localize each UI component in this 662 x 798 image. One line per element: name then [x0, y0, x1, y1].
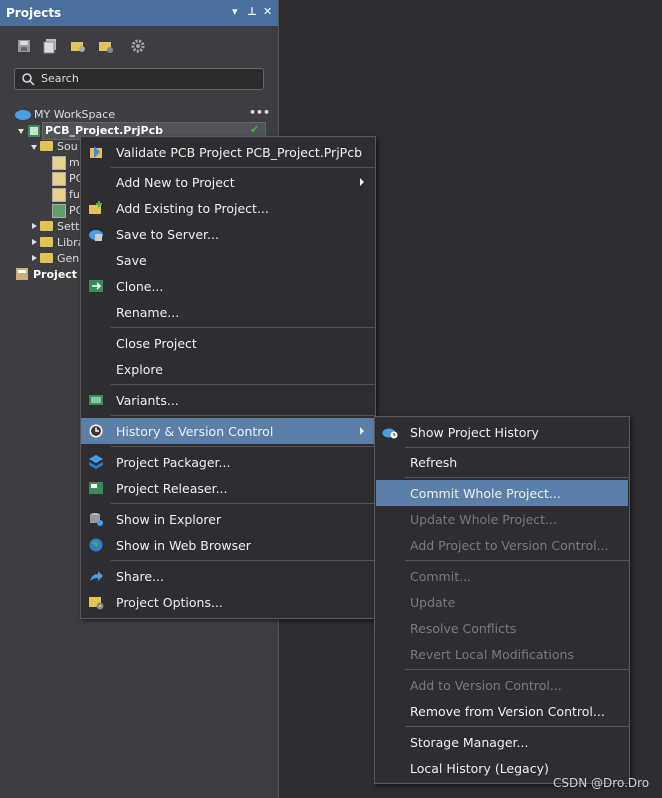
submenu-refresh[interactable]: Refresh: [375, 449, 629, 475]
submenu-show-project-history[interactable]: Show Project History: [375, 419, 629, 445]
expand-source-icon[interactable]: [31, 145, 37, 150]
menu-add-new[interactable]: Add New to Project: [81, 169, 375, 195]
file-icon: [52, 172, 66, 186]
chevron-right-icon: [360, 178, 364, 186]
clone-icon: [89, 280, 103, 292]
open-folder-icon[interactable]: [70, 38, 86, 54]
checkmark-icon: ✔: [250, 123, 260, 136]
menu-separator: [111, 503, 375, 504]
project-group-icon: [16, 268, 28, 280]
cloud-workspace-icon: [15, 110, 31, 120]
save-all-icon[interactable]: [42, 38, 58, 54]
folder-settings-icon[interactable]: [98, 38, 114, 54]
menu-separator: [111, 167, 375, 168]
options-icon: [89, 597, 104, 610]
folder-icon: [40, 221, 53, 231]
expand-generated-icon[interactable]: [32, 255, 37, 261]
tree-settings[interactable]: Setti: [57, 220, 82, 233]
menu-show-in-explorer[interactable]: Show in Explorer: [81, 506, 375, 532]
menu-separator: [111, 415, 375, 416]
expand-libraries-icon[interactable]: [32, 239, 37, 245]
pcb-project-icon: [28, 125, 40, 137]
submenu-commit-whole-project[interactable]: Commit Whole Project...: [376, 480, 628, 506]
search-placeholder: Search: [41, 72, 79, 85]
menu-explore[interactable]: Explore: [81, 356, 375, 382]
share-icon: [90, 571, 103, 581]
tree-generated[interactable]: Gen: [57, 252, 79, 265]
history-icon: [89, 424, 103, 438]
menu-project-releaser[interactable]: Project Releaser...: [81, 475, 375, 501]
add-existing-icon: [89, 201, 102, 214]
menu-rename[interactable]: Rename...: [81, 299, 375, 325]
pcb-file-icon: [52, 204, 66, 218]
variants-icon: [89, 395, 103, 405]
submenu-resolve-conflicts[interactable]: Resolve Conflicts: [375, 615, 629, 641]
submenu-storage-manager[interactable]: Storage Manager...: [375, 729, 629, 755]
menu-validate-project[interactable]: Validate PCB Project PCB_Project.PrjPcb: [81, 139, 375, 165]
expand-project-icon[interactable]: [18, 129, 24, 134]
panel-title: Projects: [6, 6, 62, 20]
menu-project-packager[interactable]: Project Packager...: [81, 449, 375, 475]
tree-source-folder[interactable]: Sou: [57, 140, 78, 153]
menu-share[interactable]: Share...: [81, 563, 375, 589]
search-input[interactable]: Search: [14, 68, 264, 90]
menu-separator: [405, 477, 629, 478]
submenu-update[interactable]: Update: [375, 589, 629, 615]
folder-icon: [40, 237, 53, 247]
menu-save[interactable]: Save: [81, 247, 375, 273]
web-browser-icon: [89, 538, 103, 552]
packager-icon: [89, 455, 103, 469]
releaser-icon: [89, 482, 103, 494]
panel-title-bar: Projects ▾ ⊥ ✕: [0, 0, 278, 26]
cloud-save-icon: [89, 230, 103, 241]
version-control-submenu: Show Project History Refresh Commit Whol…: [374, 416, 630, 784]
search-icon: [22, 73, 35, 86]
pin-icon[interactable]: ⊥: [247, 5, 257, 18]
menu-separator: [111, 327, 375, 328]
gear-icon[interactable]: [130, 38, 146, 54]
submenu-add-project-to-vc[interactable]: Add Project to Version Control...: [375, 532, 629, 558]
menu-variants[interactable]: Variants...: [81, 387, 375, 413]
menu-separator: [405, 447, 629, 448]
submenu-add-to-vc[interactable]: Add to Version Control...: [375, 672, 629, 698]
watermark: CSDN @Dro.Dro: [553, 776, 650, 790]
tree-file[interactable]: fu: [69, 188, 80, 201]
tree-file[interactable]: m: [69, 156, 80, 169]
expand-settings-icon[interactable]: [32, 223, 37, 229]
menu-close-project[interactable]: Close Project: [81, 330, 375, 356]
explorer-icon: [90, 513, 103, 526]
menu-separator: [405, 669, 629, 670]
menu-add-existing[interactable]: Add Existing to Project...: [81, 195, 375, 221]
menu-separator: [111, 560, 375, 561]
validate-icon: [90, 146, 102, 158]
menu-separator: [111, 384, 375, 385]
menu-save-to-server[interactable]: Save to Server...: [81, 221, 375, 247]
cloud-history-icon: [382, 428, 398, 439]
menu-history-version-control[interactable]: History & Version Control: [81, 418, 375, 444]
menu-clone[interactable]: Clone...: [81, 273, 375, 299]
menu-separator: [111, 446, 375, 447]
submenu-update-whole-project[interactable]: Update Whole Project...: [375, 506, 629, 532]
menu-separator: [405, 726, 629, 727]
file-icon: [52, 156, 66, 170]
save-icon[interactable]: [16, 38, 32, 54]
tree-workspace[interactable]: MY WorkSpace: [34, 108, 115, 121]
submenu-revert-local[interactable]: Revert Local Modifications: [375, 641, 629, 667]
submenu-remove-from-vc[interactable]: Remove from Version Control...: [375, 698, 629, 724]
folder-icon: [40, 141, 53, 151]
file-icon: [52, 188, 66, 202]
workspace-more-icon[interactable]: •••: [249, 106, 270, 119]
submenu-commit[interactable]: Commit...: [375, 563, 629, 589]
panel-menu-icon[interactable]: ▾: [232, 5, 238, 18]
menu-show-in-web-browser[interactable]: Show in Web Browser: [81, 532, 375, 558]
close-icon[interactable]: ✕: [263, 5, 272, 18]
chevron-right-icon: [360, 427, 364, 435]
folder-icon: [40, 253, 53, 263]
context-menu: Validate PCB Project PCB_Project.PrjPcb …: [80, 136, 376, 619]
menu-project-options[interactable]: Project Options...: [81, 589, 375, 615]
menu-separator: [405, 560, 629, 561]
